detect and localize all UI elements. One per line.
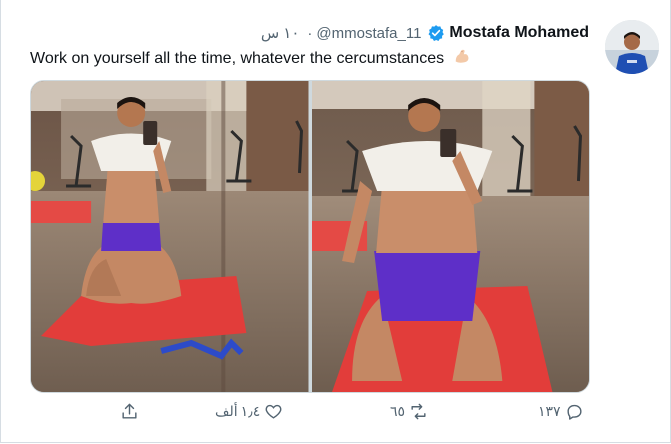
retweet-count: ٦٥ bbox=[390, 403, 406, 419]
photo-2[interactable] bbox=[311, 81, 589, 392]
avatar-image bbox=[605, 20, 659, 74]
reply-count: ١٣٧ bbox=[538, 403, 561, 419]
reply-button[interactable]: ١٣٧ bbox=[538, 402, 584, 421]
author-name[interactable]: Mostafa Mohamed bbox=[449, 24, 589, 42]
tweet-header: ١٠ س · @mmostafa_11 Mostafa Mohamed bbox=[261, 24, 589, 42]
author-avatar[interactable] bbox=[605, 20, 659, 74]
like-button[interactable]: ١٫٤ ألف bbox=[215, 402, 283, 421]
retweet-icon bbox=[411, 403, 426, 420]
photo-2-image bbox=[311, 81, 589, 392]
photo-1-image bbox=[31, 81, 309, 392]
retweet-button[interactable]: ٦٥ bbox=[390, 402, 428, 421]
photo-1[interactable] bbox=[31, 81, 309, 392]
tweet-actions: ١٫٤ ألف ٦٥ ١٣٧ bbox=[120, 402, 590, 426]
like-count-unit: ألف bbox=[215, 403, 238, 419]
heart-icon bbox=[265, 404, 282, 419]
like-count: ١٫٤ bbox=[240, 403, 261, 419]
verified-badge-icon bbox=[428, 25, 445, 41]
tweet-text: Work on yourself all the time, whatever … bbox=[30, 48, 471, 68]
tweet-time[interactable]: ١٠ س bbox=[261, 24, 300, 42]
tweet-card[interactable]: ١٠ س · @mmostafa_11 Mostafa Mohamed Work… bbox=[0, 0, 671, 444]
share-icon bbox=[122, 403, 137, 419]
tweet-media[interactable] bbox=[30, 80, 590, 393]
flexed-biceps-icon bbox=[455, 49, 468, 63]
share-button[interactable] bbox=[120, 402, 139, 421]
header-separator: · bbox=[307, 24, 313, 42]
author-handle[interactable]: @mmostafa_11 bbox=[316, 25, 421, 42]
tweet-body: Work on yourself all the time, whatever … bbox=[30, 50, 445, 67]
reply-icon bbox=[567, 404, 582, 420]
